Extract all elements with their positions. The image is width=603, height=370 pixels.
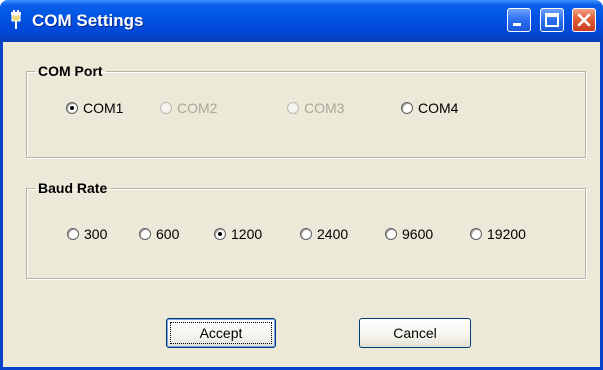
cancel-button[interactable]: Cancel bbox=[359, 318, 471, 348]
close-icon bbox=[577, 13, 591, 27]
maximize-button[interactable] bbox=[540, 8, 564, 32]
baud-rate-radio-label: 300 bbox=[84, 226, 108, 242]
com-settings-window: COM Settings COM Port COM1 COM2 COM3 COM4 B… bbox=[0, 0, 603, 370]
baud-rate-radio-label: 19200 bbox=[487, 226, 526, 242]
radio-button-icon bbox=[470, 228, 482, 240]
radio-button-icon bbox=[385, 228, 397, 240]
maximize-icon bbox=[545, 13, 559, 27]
com-port-radio-label: COM3 bbox=[304, 100, 345, 116]
title-bar[interactable]: COM Settings bbox=[0, 0, 603, 42]
radio-button-icon bbox=[160, 102, 172, 114]
com-port-radio-label: COM4 bbox=[418, 100, 459, 116]
minimize-button[interactable] bbox=[507, 8, 531, 32]
com-port-radio-label: COM1 bbox=[83, 100, 124, 116]
close-button[interactable] bbox=[572, 8, 596, 32]
radio-button-icon bbox=[139, 228, 151, 240]
com-port-label: COM Port bbox=[38, 63, 103, 79]
baud-rate-label: Baud Rate bbox=[38, 180, 108, 196]
com-port-radio-label: COM2 bbox=[177, 100, 218, 116]
baud-rate-radio-label: 1200 bbox=[231, 226, 263, 242]
radio-button-icon bbox=[287, 102, 299, 114]
radio-button-icon bbox=[401, 102, 413, 114]
accept-button[interactable]: Accept bbox=[166, 318, 276, 348]
plug-icon bbox=[10, 10, 22, 30]
minimize-icon bbox=[513, 23, 521, 26]
baud-rate-radio-label: 2400 bbox=[317, 226, 349, 242]
radio-button-icon bbox=[67, 228, 79, 240]
window-title: COM Settings bbox=[32, 11, 144, 30]
cancel-button-label: Cancel bbox=[393, 325, 437, 341]
baud-rate-radio-label: 600 bbox=[156, 226, 180, 242]
radio-button-icon bbox=[214, 228, 226, 240]
radio-button-icon bbox=[300, 228, 312, 240]
baud-rate-radio-label: 9600 bbox=[402, 226, 434, 242]
radio-button-icon bbox=[66, 102, 78, 114]
